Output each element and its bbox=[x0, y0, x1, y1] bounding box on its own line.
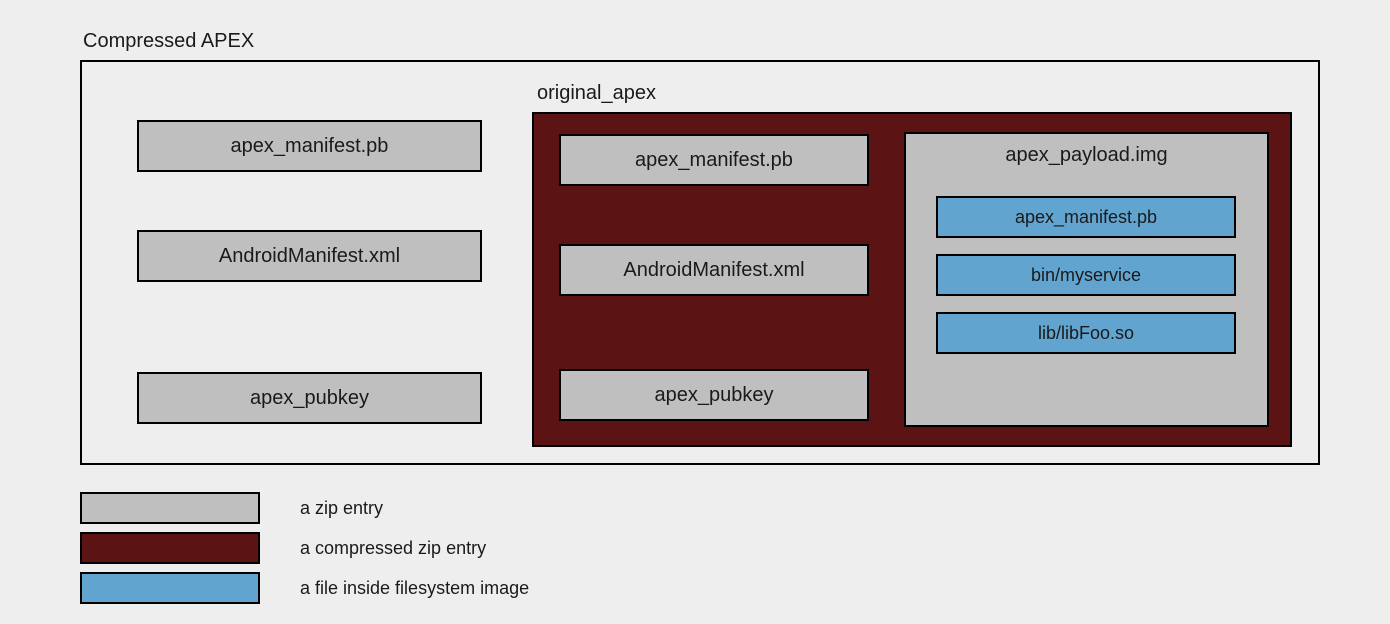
original-apex-title: original_apex bbox=[537, 82, 656, 105]
original-apex-compressed-container: apex_manifest.pb AndroidManifest.xml ape… bbox=[532, 112, 1292, 447]
legend: a zip entry a compressed zip entry a fil… bbox=[80, 492, 529, 612]
orig-zip-entry-android-manifest: AndroidManifest.xml bbox=[559, 244, 869, 296]
compressed-apex-container: apex_manifest.pb AndroidManifest.xml ape… bbox=[80, 60, 1320, 465]
legend-row-compressed: a compressed zip entry bbox=[80, 532, 529, 564]
file-entry-bin-myservice: bin/myservice bbox=[936, 254, 1236, 296]
zip-entry-apex-pubkey: apex_pubkey bbox=[137, 372, 482, 424]
apex-payload-img-container: apex_payload.img apex_manifest.pb bin/my… bbox=[904, 132, 1269, 427]
zip-entry-android-manifest: AndroidManifest.xml bbox=[137, 230, 482, 282]
legend-row-zip: a zip entry bbox=[80, 492, 529, 524]
legend-swatch-zip bbox=[80, 492, 260, 524]
zip-entry-apex-manifest: apex_manifest.pb bbox=[137, 120, 482, 172]
legend-row-file: a file inside filesystem image bbox=[80, 572, 529, 604]
legend-label-compressed: a compressed zip entry bbox=[300, 538, 486, 559]
legend-label-file: a file inside filesystem image bbox=[300, 578, 529, 599]
legend-swatch-compressed bbox=[80, 532, 260, 564]
compressed-apex-title: Compressed APEX bbox=[83, 30, 254, 53]
file-entry-lib-libfoo: lib/libFoo.so bbox=[936, 312, 1236, 354]
file-entry-apex-manifest: apex_manifest.pb bbox=[936, 196, 1236, 238]
apex-payload-img-title: apex_payload.img bbox=[906, 134, 1267, 167]
legend-label-zip: a zip entry bbox=[300, 498, 383, 519]
legend-swatch-file bbox=[80, 572, 260, 604]
orig-zip-entry-apex-manifest: apex_manifest.pb bbox=[559, 134, 869, 186]
orig-zip-entry-apex-pubkey: apex_pubkey bbox=[559, 369, 869, 421]
